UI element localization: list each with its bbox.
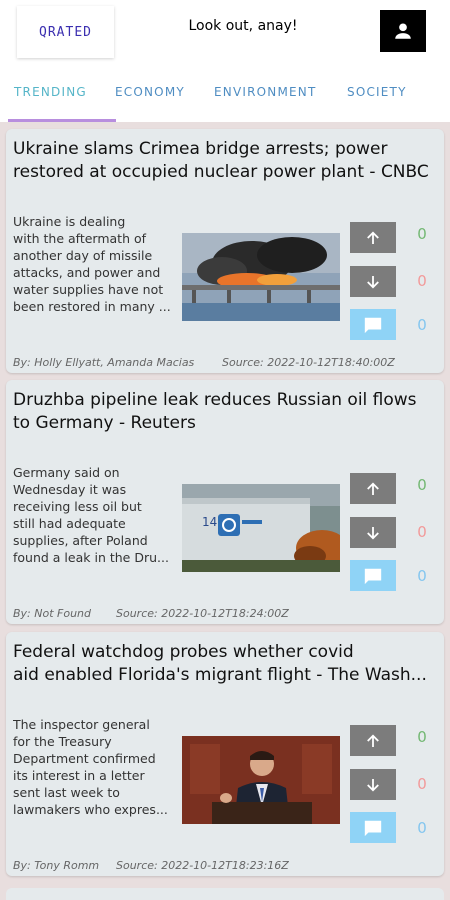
arrow-down-icon (367, 778, 379, 792)
person-icon (395, 23, 411, 39)
news-feed[interactable]: Ukraine slams Crimea bridge arrests; pow… (0, 122, 450, 900)
svg-text:14: 14 (202, 515, 217, 529)
article-byline: By: Tony Romm (13, 859, 100, 872)
article-image[interactable] (182, 736, 340, 824)
upvote-count: 0 (417, 225, 427, 243)
article-source: Source: 2022-10-12T18:23:16Z (116, 859, 289, 872)
comment-button[interactable] (350, 812, 396, 843)
next-article-card-edge (6, 888, 444, 900)
comment-count: 0 (417, 316, 427, 334)
arrow-up-icon (367, 230, 379, 244)
app-logo[interactable]: QRATED (17, 6, 114, 58)
article-source: Source: 2022-10-12T18:24:00Z (116, 607, 289, 620)
tab-society[interactable]: SOCIETY (347, 85, 407, 99)
article-card[interactable]: Ukraine slams Crimea bridge arrests; pow… (6, 129, 444, 373)
downvote-count: 0 (417, 523, 427, 541)
downvote-button[interactable] (350, 266, 396, 297)
greeting-text: Look out, anay! (188, 18, 298, 34)
comment-icon (364, 568, 382, 584)
comment-count: 0 (417, 819, 427, 837)
upvote-count: 0 (417, 476, 427, 494)
article-title[interactable]: Federal watchdog probes whether covid ai… (13, 641, 441, 687)
upvote-button[interactable] (350, 222, 396, 253)
tab-environment[interactable]: ENVIRONMENT (214, 85, 317, 99)
downvote-button[interactable] (350, 769, 396, 800)
article-summary: The inspector general for the Treasury D… (13, 717, 168, 817)
article-title[interactable]: Druzhba pipeline leak reduces Russian oi… (13, 389, 441, 435)
upvote-button[interactable] (350, 473, 396, 504)
article-card[interactable]: Druzhba pipeline leak reduces Russian oi… (6, 380, 444, 624)
article-summary: Germany said on Wednesday it was receivi… (13, 465, 169, 565)
comment-count: 0 (417, 567, 427, 585)
article-image[interactable]: 14 (182, 484, 340, 572)
article-byline: By: Holly Ellyatt, Amanda Macias (13, 356, 195, 369)
downvote-button[interactable] (350, 517, 396, 548)
article-source: Source: 2022-10-12T18:40:00Z (222, 356, 395, 369)
upvote-count: 0 (417, 728, 427, 746)
article-card[interactable]: Federal watchdog probes whether covid ai… (6, 632, 444, 876)
arrow-down-icon (367, 526, 379, 540)
arrow-up-icon (367, 733, 379, 747)
article-summary: Ukraine is dealing with the aftermath of… (13, 214, 171, 314)
upvote-button[interactable] (350, 725, 396, 756)
comment-icon (364, 317, 382, 333)
comment-button[interactable] (350, 309, 396, 340)
tab-trending[interactable]: TRENDING (14, 85, 87, 99)
comment-icon (364, 820, 382, 836)
tab-economy[interactable]: ECONOMY (115, 85, 185, 99)
article-byline: By: Not Found (13, 607, 92, 620)
article-title[interactable]: Ukraine slams Crimea bridge arrests; pow… (13, 138, 441, 184)
category-tabs: TRENDING ECONOMY ENVIRONMENT SOCIETY (0, 68, 450, 122)
comment-button[interactable] (350, 560, 396, 591)
article-image[interactable] (182, 233, 340, 321)
downvote-count: 0 (417, 775, 427, 793)
logo-text: QRATED (39, 24, 92, 40)
profile-button[interactable] (380, 10, 426, 52)
app-header: QRATED Look out, anay! (0, 0, 450, 68)
arrow-down-icon (367, 275, 379, 289)
arrow-up-icon (367, 481, 379, 495)
downvote-count: 0 (417, 272, 427, 290)
